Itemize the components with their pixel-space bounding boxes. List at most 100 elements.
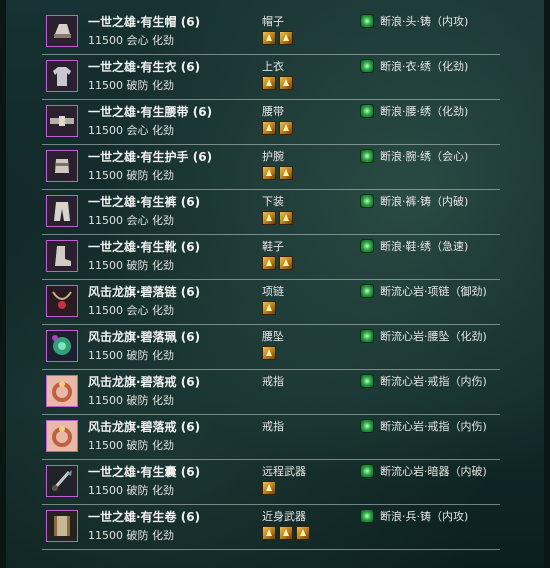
gem-icon[interactable]: [262, 481, 276, 495]
equipment-row[interactable]: 风击龙旗·碧落珮 (6) 11500 破防 化劲 腰坠 断流心岩·腰坠（化劲): [42, 325, 500, 370]
item-stats: 11500 会心 化劲: [88, 214, 174, 227]
ring-icon[interactable]: [46, 375, 78, 407]
item-stats: 11500 会心 化劲: [88, 304, 174, 317]
enchant-icon[interactable]: [360, 239, 374, 253]
enchant-icon[interactable]: [360, 14, 374, 28]
gem-slots: [262, 255, 296, 271]
necklace-icon[interactable]: [46, 285, 78, 317]
enchant-icon[interactable]: [360, 284, 374, 298]
ring-icon[interactable]: [46, 420, 78, 452]
item-stats: 11500 破防 化劲: [88, 529, 174, 542]
enchant-text: 断流心岩·戒指（内伤): [380, 420, 487, 433]
gem-icon[interactable]: [279, 166, 293, 180]
equipment-row[interactable]: 一世之雄·有生腰带 (6) 11500 会心 化劲 腰带 断浪·腰·绣（化劲): [42, 100, 500, 145]
gem-icon[interactable]: [262, 256, 276, 270]
item-slot: 护腕: [262, 150, 284, 163]
gem-icon[interactable]: [262, 526, 276, 540]
item-stats: 11500 破防 化劲: [88, 349, 174, 362]
equipment-row[interactable]: 一世之雄·有生裤 (6) 11500 会心 化劲 下装 断浪·裤·铸（内破): [42, 190, 500, 235]
melee-weapon-icon[interactable]: [46, 510, 78, 542]
item-name: 风击龙旗·碧落戒 (6): [88, 375, 201, 389]
item-slot: 帽子: [262, 15, 284, 28]
gem-icon[interactable]: [262, 76, 276, 90]
item-stats: 11500 破防 化劲: [88, 439, 174, 452]
boots-icon[interactable]: [46, 240, 78, 272]
enchant-text: 断浪·衣·绣（化劲): [380, 60, 469, 73]
enchant-icon[interactable]: [360, 59, 374, 73]
equipment-row[interactable]: 风击龙旗·碧落戒 (6) 11500 破防 化劲 戒指 断流心岩·戒指（内伤): [42, 415, 500, 460]
enchant-icon[interactable]: [360, 329, 374, 343]
item-name: 风击龙旗·碧落链 (6): [88, 285, 201, 299]
pendant-icon[interactable]: [46, 330, 78, 362]
gem-slots: [262, 120, 296, 136]
item-name: 一世之雄·有生衣 (6): [88, 60, 201, 74]
item-name: 一世之雄·有生裤 (6): [88, 195, 201, 209]
enchant-icon[interactable]: [360, 419, 374, 433]
enchant-text: 断流心岩·项链（御劲): [380, 285, 487, 298]
belt-icon[interactable]: [46, 105, 78, 137]
item-name: 一世之雄·有生腰带 (6): [88, 105, 213, 119]
item-slot: 项链: [262, 285, 284, 298]
gem-icon[interactable]: [262, 346, 276, 360]
gem-icon[interactable]: [279, 256, 293, 270]
item-name: 一世之雄·有生护手 (6): [88, 150, 213, 164]
enchant-icon[interactable]: [360, 374, 374, 388]
enchant-text: 断浪·腰·绣（化劲): [380, 105, 469, 118]
item-slot: 下装: [262, 195, 284, 208]
item-name: 一世之雄·有生卷 (6): [88, 510, 201, 524]
equipment-panel: 一世之雄·有生帽 (6) 11500 会心 化劲 帽子 断浪·头·铸（内攻) 一…: [0, 0, 550, 568]
enchant-text: 断浪·裤·铸（内破): [380, 195, 469, 208]
enchant-icon[interactable]: [360, 104, 374, 118]
gem-icon[interactable]: [279, 76, 293, 90]
gem-slots: [262, 210, 296, 226]
enchant-icon[interactable]: [360, 194, 374, 208]
gem-icon[interactable]: [296, 526, 310, 540]
enchant-icon[interactable]: [360, 149, 374, 163]
gem-icon[interactable]: [279, 211, 293, 225]
gem-icon[interactable]: [279, 526, 293, 540]
gem-slots: [262, 75, 296, 91]
item-stats: 11500 破防 化劲: [88, 259, 174, 272]
item-stats: 11500 会心 化劲: [88, 124, 174, 137]
item-name: 一世之雄·有生靴 (6): [88, 240, 201, 254]
item-slot: 远程武器: [262, 465, 306, 478]
gem-icon[interactable]: [262, 31, 276, 45]
gem-slots: [262, 345, 279, 361]
item-stats: 11500 破防 化劲: [88, 169, 174, 182]
gem-icon[interactable]: [262, 211, 276, 225]
equipment-row[interactable]: 风击龙旗·碧落戒 (6) 11500 破防 化劲 戒指 断流心岩·戒指（内伤): [42, 370, 500, 415]
gem-icon[interactable]: [279, 121, 293, 135]
item-slot: 上衣: [262, 60, 284, 73]
item-slot: 戒指: [262, 420, 284, 433]
item-slot: 鞋子: [262, 240, 284, 253]
item-stats: 11500 破防 化劲: [88, 394, 174, 407]
item-name: 风击龙旗·碧落戒 (6): [88, 420, 201, 434]
item-slot: 腰坠: [262, 330, 284, 343]
item-name: 一世之雄·有生帽 (6): [88, 15, 201, 29]
gem-slots: [262, 30, 296, 46]
item-name: 风击龙旗·碧落珮 (6): [88, 330, 201, 344]
gem-icon[interactable]: [262, 301, 276, 315]
enchant-text: 断流心岩·戒指（内伤): [380, 375, 487, 388]
hat-icon[interactable]: [46, 15, 78, 47]
gem-icon[interactable]: [262, 166, 276, 180]
gem-slots: [262, 300, 279, 316]
ranged-weapon-icon[interactable]: [46, 465, 78, 497]
gem-slots: [262, 525, 313, 541]
equipment-row[interactable]: 一世之雄·有生靴 (6) 11500 破防 化劲 鞋子 断浪·鞋·绣（急速): [42, 235, 500, 280]
enchant-icon[interactable]: [360, 509, 374, 523]
equipment-row[interactable]: 一世之雄·有生衣 (6) 11500 破防 化劲 上衣 断浪·衣·绣（化劲): [42, 55, 500, 100]
coat-icon[interactable]: [46, 60, 78, 92]
equipment-row[interactable]: 一世之雄·有生卷 (6) 11500 破防 化劲 近身武器 断浪·兵·铸（内攻): [42, 505, 500, 550]
gem-icon[interactable]: [262, 121, 276, 135]
pants-icon[interactable]: [46, 195, 78, 227]
item-slot: 腰带: [262, 105, 284, 118]
equipment-row[interactable]: 一世之雄·有生护手 (6) 11500 破防 化劲 护腕 断浪·腕·绣（会心): [42, 145, 500, 190]
equipment-row[interactable]: 一世之雄·有生囊 (6) 11500 破防 化劲 远程武器 断流心岩·暗器（内破…: [42, 460, 500, 505]
enchant-text: 断流心岩·腰坠（化劲): [380, 330, 487, 343]
enchant-icon[interactable]: [360, 464, 374, 478]
bracer-icon[interactable]: [46, 150, 78, 182]
equipment-row[interactable]: 风击龙旗·碧落链 (6) 11500 会心 化劲 项链 断流心岩·项链（御劲): [42, 280, 500, 325]
equipment-row[interactable]: 一世之雄·有生帽 (6) 11500 会心 化劲 帽子 断浪·头·铸（内攻): [42, 10, 500, 55]
gem-icon[interactable]: [279, 31, 293, 45]
